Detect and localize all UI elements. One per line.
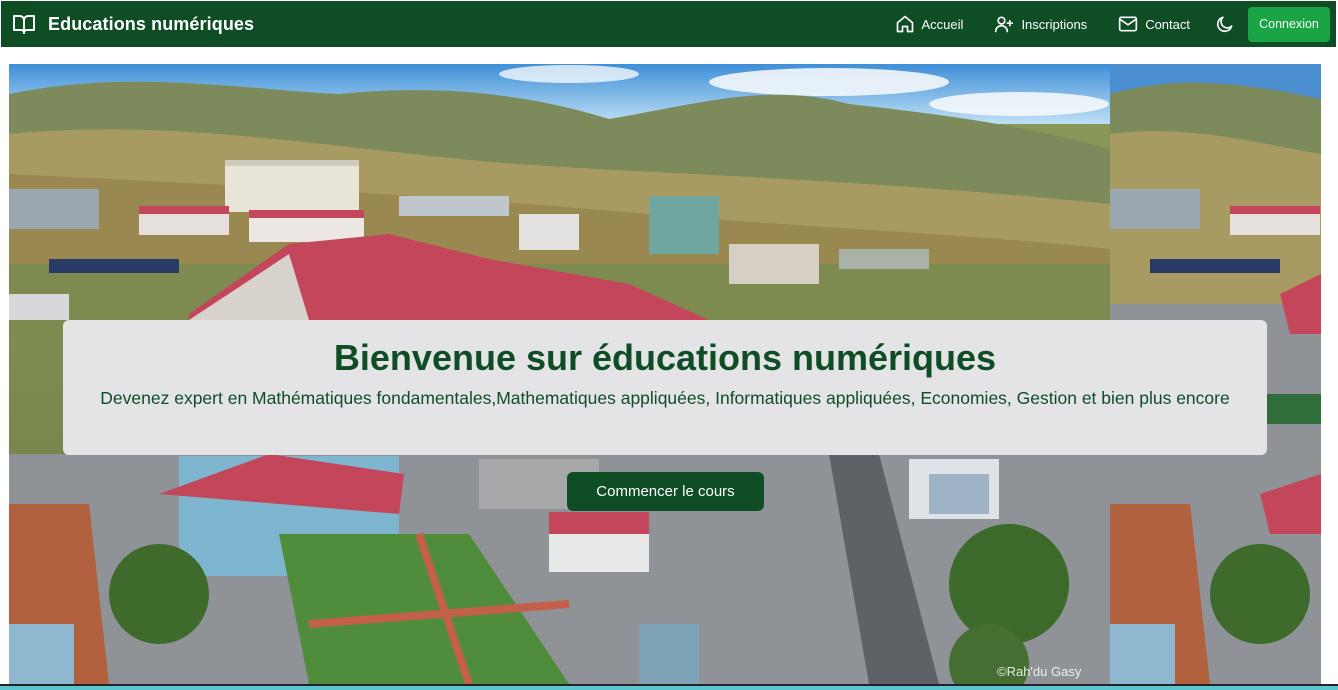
open-book-icon bbox=[12, 12, 36, 36]
welcome-title: Bienvenue sur éducations numériques bbox=[333, 337, 997, 378]
nav-link-accueil[interactable]: Accueil bbox=[895, 14, 964, 34]
moon-icon[interactable] bbox=[1215, 14, 1235, 34]
nav-link-contact-label: Contact bbox=[1145, 16, 1190, 32]
photo-watermark: ©Rah'du Gasy bbox=[997, 664, 1082, 679]
login-button[interactable]: Connexion bbox=[1248, 6, 1330, 42]
user-plus-icon bbox=[994, 14, 1014, 34]
welcome-card: Bienvenue sur éducations numériques Deve… bbox=[63, 320, 1267, 455]
nav-link-accueil-label: Accueil bbox=[921, 16, 964, 32]
start-course-button[interactable]: Commencer le cours bbox=[567, 472, 764, 511]
bottom-divider bbox=[0, 684, 1338, 690]
welcome-subtitle: Devenez expert en Mathématiques fondamen… bbox=[100, 388, 1230, 408]
hero-section: Bienvenue sur éducations numériques Deve… bbox=[9, 64, 1321, 684]
nav-link-contact[interactable]: Contact bbox=[1118, 14, 1190, 34]
nav-link-inscriptions-label: Inscriptions bbox=[1021, 16, 1088, 32]
home-icon bbox=[895, 14, 915, 34]
top-navbar: Educations numériques Accueil Inscriptio… bbox=[1, 1, 1336, 47]
main-nav: Accueil Inscriptions Contact Connexion bbox=[895, 1, 1336, 47]
brand[interactable]: Educations numériques bbox=[12, 12, 254, 36]
nav-link-inscriptions[interactable]: Inscriptions bbox=[994, 14, 1087, 34]
brand-title: Educations numériques bbox=[48, 13, 255, 34]
mail-icon bbox=[1118, 14, 1138, 34]
